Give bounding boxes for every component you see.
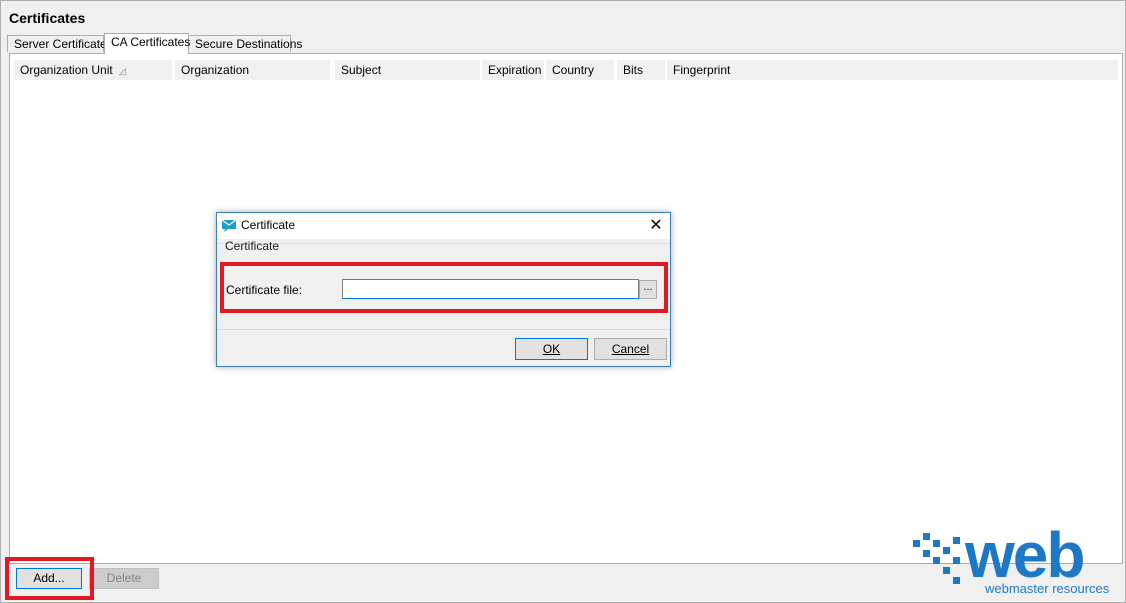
highlight-box-certificate-file [220,262,668,313]
button-divider [217,329,670,330]
logo-wordmark: web [965,519,1085,591]
tab-server-certificates[interactable]: Server Certificates [7,35,113,52]
tab-label: Server Certificates [14,37,113,51]
column-header-organization-unit[interactable]: Organization Unit ◿ [14,60,172,80]
group-label: Certificate [225,239,280,253]
dialog-titlebar: Certificate ✕ [217,213,670,239]
column-header-expiration[interactable]: Expiration [482,60,544,80]
tab-secure-destinations[interactable]: Secure Destinations [188,35,302,52]
column-header-organization[interactable]: Organization [175,60,330,80]
cancel-label: Cancel [611,342,650,356]
column-header-fingerprint[interactable]: Fingerprint [667,60,1118,80]
dialog-title: Certificate [241,218,296,232]
group-divider [217,243,670,244]
ok-label: OK [542,342,561,356]
column-label: Organization Unit [20,63,113,77]
logo-pixel [953,537,960,544]
column-header-subject[interactable]: Subject [335,60,480,80]
ok-button[interactable]: OK [515,338,588,360]
logo-pixel [943,567,950,574]
cancel-button[interactable]: Cancel [594,338,667,360]
column-header-country[interactable]: Country [546,60,614,80]
logo-pixel [923,533,930,540]
tab-ca-certificates[interactable]: CA Certificates [104,33,191,54]
logo-pixel [953,577,960,584]
logo-pixel [913,540,920,547]
watermark-logo: web webmaster resources [905,519,1120,597]
logo-pixel [943,547,950,554]
close-icon[interactable]: ✕ [645,215,667,237]
logo-pixel [933,557,940,564]
page-title: Certificates [9,10,86,26]
sort-ascending-icon: ◿ [118,66,126,76]
certificate-envelope-icon [221,219,237,232]
column-header-bits[interactable]: Bits [617,60,665,80]
tab-label: CA Certificates [111,35,191,49]
tab-label: Secure Destinations [195,37,303,51]
delete-button[interactable]: Delete [89,568,159,589]
logo-pixel [953,557,960,564]
highlight-box-add [5,557,94,600]
logo-tagline: webmaster resources [985,581,1110,596]
logo-pixel [933,540,940,547]
logo-pixel [923,550,930,557]
